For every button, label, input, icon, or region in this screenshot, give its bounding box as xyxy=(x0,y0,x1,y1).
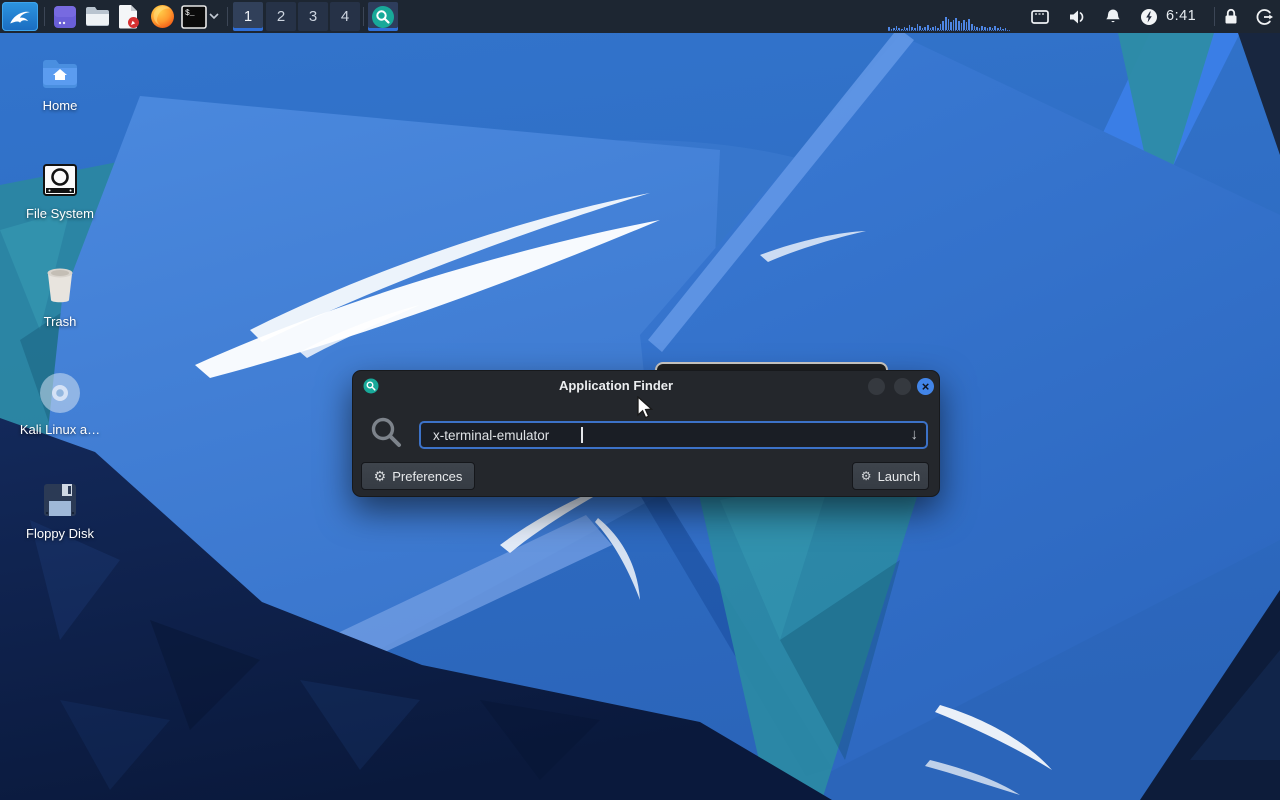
desktop-icon-trash[interactable]: Trash xyxy=(12,266,108,329)
desktop-icon-home[interactable]: Home xyxy=(12,58,108,113)
top-panel: $_ 1 2 3 4 6:41 xyxy=(0,0,1280,33)
chevron-down-icon xyxy=(209,13,219,20)
notifications-tray[interactable] xyxy=(1103,7,1123,27)
terminal-icon: $_ xyxy=(181,4,207,29)
volume-tray[interactable] xyxy=(1067,7,1087,27)
taskbar-terminal[interactable]: $_ xyxy=(180,2,208,31)
taskbar-text-editor[interactable] xyxy=(114,2,144,31)
display-icon xyxy=(1031,10,1049,24)
taskbar-file-manager[interactable] xyxy=(82,2,112,31)
volume-icon xyxy=(1070,10,1084,24)
desktop-icon-label: Home xyxy=(42,98,78,113)
desktop-icon-file-system[interactable]: File System xyxy=(12,162,108,221)
minimize-button[interactable] xyxy=(868,378,885,395)
command-input[interactable] xyxy=(421,423,926,447)
workspace-4-label: 4 xyxy=(340,8,350,25)
desktop-icon-label: Kali Linux a… xyxy=(19,422,101,437)
display-settings-tray[interactable] xyxy=(1030,7,1050,27)
gear-icon: ⚙ xyxy=(373,468,387,484)
window-app-icon xyxy=(54,5,76,28)
search-icon xyxy=(369,415,405,451)
terminal-dropdown-chevron[interactable] xyxy=(208,12,220,20)
power-manager-tray[interactable] xyxy=(1139,7,1159,27)
workspace-2[interactable]: 2 xyxy=(266,2,296,31)
preferences-button-label: Preferences xyxy=(392,468,463,484)
launch-button[interactable]: ⚙ Launch xyxy=(852,462,929,490)
cd-disc-icon xyxy=(40,373,80,413)
system-load-graph[interactable] xyxy=(888,17,1010,31)
home-folder-icon xyxy=(43,60,77,88)
maximize-button[interactable] xyxy=(894,378,911,395)
desktop-icon-label: File System xyxy=(26,206,94,221)
panel-separator xyxy=(44,7,45,26)
desktop-icon-label: Floppy Disk xyxy=(26,526,94,541)
firefox-icon xyxy=(150,5,174,28)
workspace-4[interactable]: 4 xyxy=(330,2,360,31)
taskbar-application-finder[interactable] xyxy=(368,2,398,31)
history-dropdown-arrow[interactable]: ↓ xyxy=(911,426,919,443)
floppy-disk-icon xyxy=(44,484,76,516)
bell-icon xyxy=(1106,9,1120,23)
command-input-wrap: ↓ xyxy=(419,421,928,449)
taskbar-firefox[interactable] xyxy=(147,2,177,31)
panel-separator xyxy=(1214,7,1215,26)
kali-menu-button[interactable] xyxy=(2,2,38,31)
terminal-prompt-glyph: $_ xyxy=(185,9,195,18)
close-icon: × xyxy=(921,379,930,394)
close-button[interactable]: × xyxy=(917,378,934,395)
desktop-icon-label: Trash xyxy=(43,314,77,329)
workspace-3-label: 3 xyxy=(308,8,318,25)
logout-icon xyxy=(1256,9,1273,25)
panel-separator xyxy=(363,7,364,26)
workspace-2-label: 2 xyxy=(276,8,286,25)
kali-logo-icon xyxy=(10,11,30,23)
clock[interactable]: 6:41 xyxy=(1166,8,1196,24)
app-finder-icon xyxy=(372,5,394,28)
workspace-1[interactable]: 1 xyxy=(233,2,263,31)
file-manager-icon xyxy=(85,7,109,26)
mouse-cursor xyxy=(636,396,656,422)
text-editor-icon xyxy=(118,5,139,29)
preferences-button[interactable]: ⚙ Preferences xyxy=(361,462,475,490)
window-title: Application Finder xyxy=(558,378,674,393)
power-manager-icon xyxy=(1141,9,1157,25)
desktop-icon-kali-cd[interactable]: Kali Linux a… xyxy=(12,372,108,437)
panel-separator xyxy=(227,7,228,26)
logout-button[interactable] xyxy=(1255,7,1275,27)
lock-icon xyxy=(1225,8,1237,24)
launch-gear-icon: ⚙ xyxy=(860,469,872,483)
lock-screen-button[interactable] xyxy=(1221,7,1241,27)
trash-icon xyxy=(47,268,73,303)
launch-button-label: Launch xyxy=(877,468,921,484)
taskbar-window-app[interactable] xyxy=(50,2,80,31)
text-caret xyxy=(581,427,583,443)
workspace-3[interactable]: 3 xyxy=(298,2,328,31)
file-system-drive-icon xyxy=(43,164,77,196)
desktop-icon-floppy-disk[interactable]: Floppy Disk xyxy=(12,482,108,541)
workspace-1-label: 1 xyxy=(243,8,253,25)
application-finder-window: Application Finder × ↓ ⚙ Preferences ⚙ L… xyxy=(352,370,940,497)
